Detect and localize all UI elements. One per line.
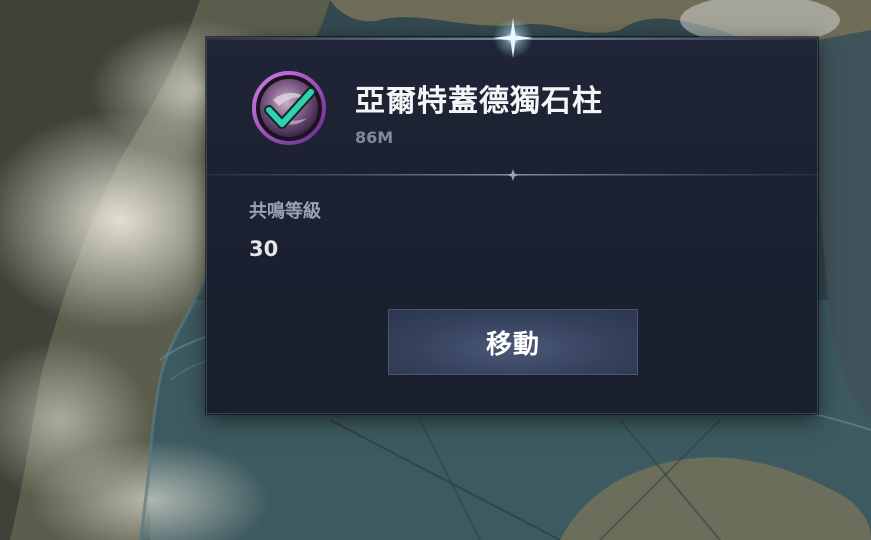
sparkle-icon xyxy=(493,18,533,58)
checkmark-badge-icon xyxy=(252,71,326,145)
location-title: 亞爾特蓋德獨石柱 xyxy=(355,84,603,119)
section-divider xyxy=(207,169,819,181)
resonance-level-value: 30 xyxy=(249,237,279,261)
move-button[interactable]: 移動 xyxy=(388,309,638,375)
resonance-level-label: 共鳴等級 xyxy=(249,201,321,222)
location-distance: 86M xyxy=(355,128,394,147)
location-popup: 亞爾特蓋德獨石柱 86M 共鳴等級 30 移動 xyxy=(206,18,819,414)
